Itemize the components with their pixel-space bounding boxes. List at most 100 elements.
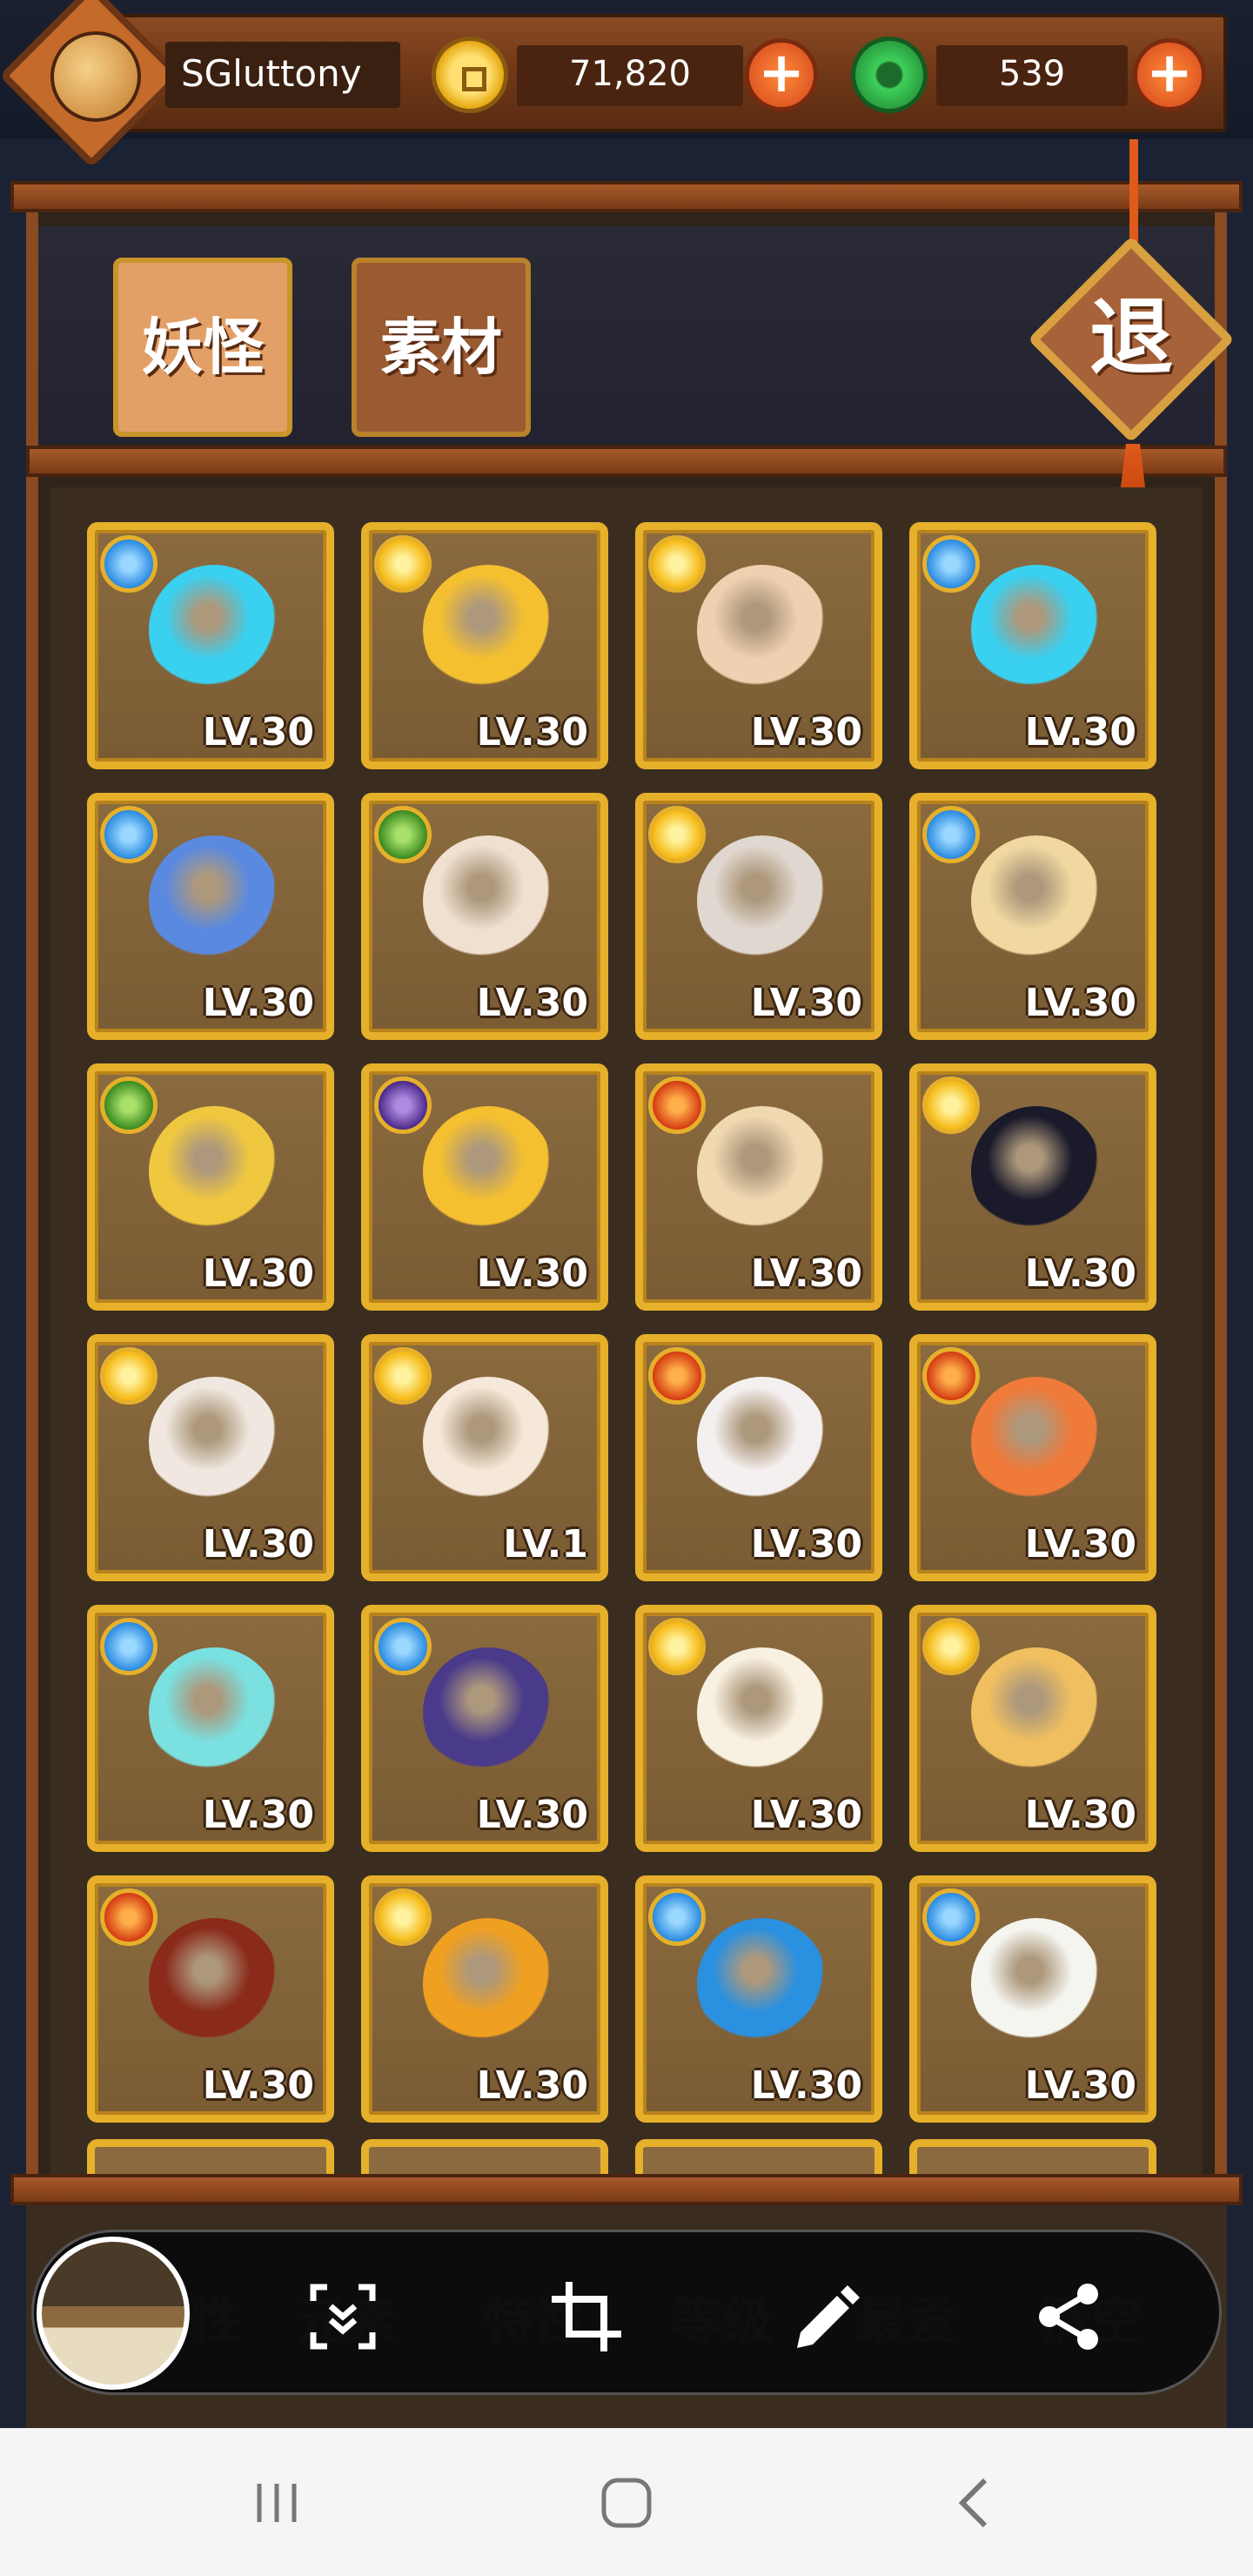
home-icon[interactable] [592, 2468, 661, 2538]
monster-card[interactable]: LV.30 [909, 522, 1156, 769]
level-label: LV.30 [750, 981, 862, 1025]
flower-lady-icon [149, 1918, 279, 2049]
water-element-icon [648, 1888, 706, 1946]
fox-icon [971, 1377, 1102, 1507]
player-avatar[interactable] [50, 31, 141, 122]
level-label: LV.30 [750, 2063, 862, 2108]
sun-element-icon [922, 1618, 980, 1675]
level-label: LV.30 [1024, 981, 1136, 1025]
egg-warrior-icon [697, 1106, 828, 1237]
monster-card[interactable]: LV.30 [87, 522, 334, 769]
edit-pencil-icon[interactable] [785, 2275, 868, 2358]
santa-hat-icon [423, 835, 553, 966]
monster-card[interactable]: LV.30 [635, 793, 882, 1040]
jade-coin-icon [851, 37, 928, 113]
bottom-beam [10, 2174, 1243, 2205]
water-element-icon [374, 1618, 432, 1675]
level-label: LV.30 [202, 981, 314, 1025]
monster-card[interactable]: LV.30 [635, 1334, 882, 1581]
add-jade-button[interactable]: + [1133, 38, 1206, 111]
level-label: LV.30 [476, 1793, 588, 1837]
gold-ingot-icon [423, 565, 553, 695]
sun-element-icon [922, 1077, 980, 1134]
moon-cow-icon [971, 1106, 1102, 1237]
level-label: LV.30 [1024, 1793, 1136, 1837]
drum-spirit-icon [697, 565, 828, 695]
monster-card[interactable]: LV.30 [87, 793, 334, 1040]
sun-element-icon [648, 1618, 706, 1675]
fire-element-icon [100, 1888, 157, 1946]
water-element-icon [100, 1618, 157, 1675]
level-label: LV.30 [750, 1251, 862, 1296]
scroll-capture-icon[interactable] [301, 2275, 385, 2358]
jade-amount: 539 [998, 54, 1066, 94]
partial-card[interactable] [909, 2139, 1156, 2174]
sun-element-icon [648, 806, 706, 863]
monster-card[interactable]: LV.30 [87, 1605, 334, 1852]
monster-card[interactable]: LV.30 [361, 793, 608, 1040]
level-label: LV.30 [1024, 710, 1136, 755]
tab-materials[interactable]: 素材 [352, 258, 531, 437]
mid-beam [26, 446, 1227, 477]
water-blob-icon [697, 1918, 828, 2049]
water-element-icon [922, 1888, 980, 1946]
add-gold-button[interactable]: + [745, 38, 818, 111]
level-label: LV.30 [750, 1522, 862, 1566]
monster-card[interactable]: LV.30 [635, 1875, 882, 2123]
exit-button[interactable]: 退 [1027, 235, 1236, 444]
level-label: LV.30 [750, 1793, 862, 1837]
level-label: LV.30 [202, 2063, 314, 2108]
level-label: LV.30 [1024, 2063, 1136, 2108]
back-icon[interactable] [941, 2468, 1011, 2538]
monster-card[interactable]: LV.30 [635, 1063, 882, 1311]
monster-card[interactable]: LV.30 [909, 1875, 1156, 2123]
monster-card[interactable]: LV.30 [909, 1334, 1156, 1581]
partial-card[interactable] [361, 2139, 608, 2174]
cotton-flower-icon [971, 1918, 1102, 2049]
recent-apps-icon[interactable] [242, 2468, 312, 2538]
gold-nugget-icon [423, 1918, 553, 2049]
monster-card[interactable]: LV.30 [909, 1605, 1156, 1852]
leaf-element-icon [100, 1077, 157, 1134]
sun-element-icon [374, 535, 432, 593]
sun-element-icon [648, 535, 706, 593]
level-label: LV.30 [202, 1522, 314, 1566]
sun-element-icon [374, 1888, 432, 1946]
monster-card[interactable]: LV.1 [361, 1334, 608, 1581]
bath-girl-icon [149, 1377, 279, 1507]
gold-coin-icon [432, 37, 508, 113]
monster-card[interactable]: LV.30 [361, 1063, 608, 1311]
monster-card[interactable]: LV.30 [909, 793, 1156, 1040]
level-label: LV.30 [202, 1793, 314, 1837]
monster-card[interactable]: LV.30 [909, 1063, 1156, 1311]
moon-element-icon [374, 1077, 432, 1134]
level-label: LV.30 [202, 1251, 314, 1296]
wheat-icon [149, 1106, 279, 1237]
partial-card[interactable] [87, 2139, 334, 2174]
level-label: LV.30 [476, 710, 588, 755]
partial-card[interactable] [635, 2139, 882, 2174]
crop-icon[interactable] [545, 2275, 628, 2358]
monster-card[interactable]: LV.30 [361, 522, 608, 769]
screenshot-thumbnail[interactable] [37, 2237, 190, 2390]
fire-element-icon [648, 1077, 706, 1134]
sprout-bun-icon [971, 835, 1102, 966]
hammer-chick-icon [423, 1106, 553, 1237]
libra-star-icon [149, 565, 279, 695]
monster-card[interactable]: LV.30 [361, 1605, 608, 1852]
level-label: LV.30 [476, 1251, 588, 1296]
monster-card[interactable]: LV.30 [87, 1063, 334, 1311]
monster-card[interactable]: LV.30 [635, 522, 882, 769]
monster-card[interactable]: LV.30 [635, 1605, 882, 1852]
fire-element-icon [922, 1347, 980, 1405]
monster-card[interactable]: LV.30 [87, 1875, 334, 2123]
water-element-icon [922, 806, 980, 863]
fire-element-icon [648, 1347, 706, 1405]
sun-element-icon [100, 1347, 157, 1405]
monster-card[interactable]: LV.30 [361, 1875, 608, 2123]
share-icon[interactable] [1027, 2275, 1110, 2358]
shell-gnome-icon [971, 1647, 1102, 1778]
tab-monsters[interactable]: 妖怪 [113, 258, 292, 437]
monster-card[interactable]: LV.30 [87, 1334, 334, 1581]
snow-boy-icon [149, 835, 279, 966]
